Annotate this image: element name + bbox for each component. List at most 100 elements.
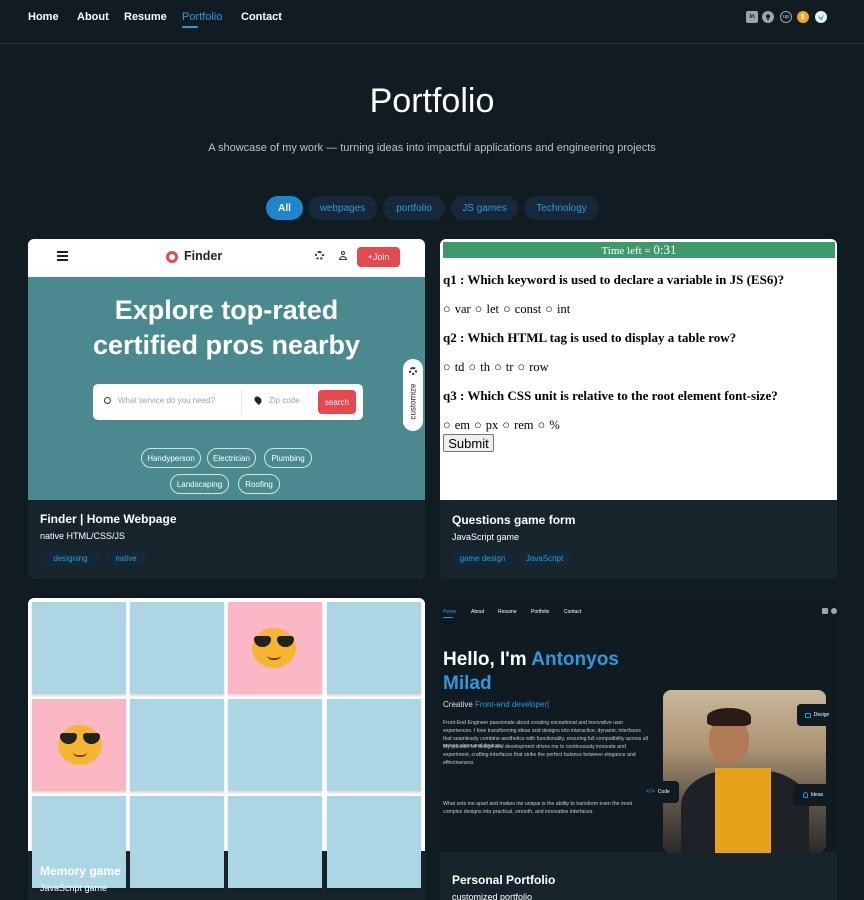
option-label: int: [556, 302, 571, 316]
lightbulb-icon: [802, 792, 808, 798]
finder-logo-icon: [166, 251, 178, 263]
hero-greeting: Hello, I'm Antonyos Milad: [443, 648, 619, 696]
search-divider: [241, 390, 242, 414]
name-last: Milad: [443, 673, 492, 694]
project-tag: JavaScript: [518, 550, 571, 566]
project-card-memory-game[interactable]: Memory game JavaScript game: [28, 598, 425, 900]
project-card-finder[interactable]: Finder +Join Explore top-rated certified…: [28, 239, 425, 579]
category-chip: Roofing: [238, 474, 280, 494]
cool-emoji-icon: [252, 628, 296, 668]
quiz-options: ○ td ○ th ○ tr ○ row: [443, 360, 549, 374]
quiz-question: q3 : Which CSS unit is relative to the r…: [443, 388, 778, 403]
option-label: let: [486, 302, 499, 316]
service-search-placeholder: What service do you need?: [118, 396, 215, 405]
hero-role: Creative Front-end developer|: [443, 700, 549, 709]
option-label: %: [549, 418, 560, 432]
memory-tile-revealed: [32, 699, 126, 791]
ideas-badge: Ideas: [793, 784, 833, 806]
memory-tile: [327, 796, 421, 888]
project-title: Memory game: [40, 864, 121, 878]
memory-tile-revealed: [228, 602, 322, 694]
memory-tile: [228, 796, 322, 888]
badge-label: Ideas: [810, 792, 824, 798]
preview-nav-link: About: [471, 609, 485, 615]
preview-nav-link: Portfolio: [531, 609, 550, 615]
cool-emoji-icon: [58, 725, 102, 765]
option-label: tr: [505, 360, 514, 374]
memory-tile: [32, 602, 126, 694]
active-nav-indicator: [182, 26, 198, 28]
quiz-options: ○ em ○ px ○ rem ○ %: [443, 418, 560, 432]
category-chip: Handyperson: [141, 448, 201, 468]
zip-code-placeholder: Zip code: [269, 396, 300, 405]
project-title: Finder | Home Webpage: [40, 512, 177, 526]
badge-label: Design: [813, 712, 830, 718]
option-label: px: [485, 418, 499, 432]
preview-github-icon: [831, 608, 837, 614]
quiz-question: q1 : Which keyword is used to declare a …: [443, 272, 785, 287]
project-title: Questions game form: [452, 513, 576, 527]
search-button: search: [318, 390, 356, 414]
quiz-question: q2 : Which HTML tag is used to display a…: [443, 330, 737, 345]
customize-label: customize: [408, 383, 418, 420]
project-tag: native: [106, 550, 146, 566]
mostaql-bird-icon[interactable]: [815, 11, 827, 23]
search-icon: [104, 397, 111, 404]
customize-tab: customize: [403, 359, 423, 431]
preview-nav-link: Resume: [498, 609, 517, 615]
finder-headline: Explore top-rated certified pros nearby: [28, 293, 425, 363]
freelancer-coin-icon[interactable]: $: [797, 11, 809, 23]
filter-portfolio[interactable]: portfolio: [383, 196, 445, 220]
project-subtitle: JavaScript game: [452, 532, 520, 542]
code-brackets-icon: </>: [646, 789, 655, 795]
finder-headline-line1: Explore top-rated: [114, 295, 339, 325]
greeting-text: Hello, I'm: [443, 649, 532, 670]
preview-header: Finder +Join: [28, 239, 425, 277]
category-chip: Plumbing: [264, 448, 312, 468]
finder-headline-line2: certified pros nearby: [92, 330, 361, 360]
nav-link-home[interactable]: Home: [28, 11, 59, 23]
project-card-personal-portfolio[interactable]: Home About Resume Portfolio Contact Hell…: [440, 600, 837, 900]
timer-label: Time left =: [601, 245, 654, 257]
github-icon[interactable]: [762, 11, 774, 23]
option-label: th: [480, 360, 490, 374]
project-preview-image: Finder +Join Explore top-rated certified…: [28, 239, 425, 500]
option-label: row: [529, 360, 549, 374]
nav-link-contact[interactable]: Contact: [241, 11, 282, 23]
linkedin-icon[interactable]: in: [746, 11, 758, 23]
memory-tile: [130, 796, 224, 888]
nav-link-portfolio[interactable]: Portfolio: [182, 11, 222, 23]
nav-link-resume[interactable]: Resume: [124, 11, 167, 23]
code-badge: </> Code: [637, 781, 679, 803]
filter-all[interactable]: All: [266, 196, 303, 220]
project-card-questions-game[interactable]: Time left = 0:31 q1 : Which keyword is u…: [440, 239, 837, 579]
project-subtitle: JavaScript game: [40, 883, 108, 893]
nav-link-about[interactable]: About: [77, 11, 109, 23]
option-label: td: [454, 360, 465, 374]
filter-webpages[interactable]: webpages: [308, 196, 377, 220]
role-text: Front-end developer|: [475, 700, 550, 709]
project-tag: designing: [40, 550, 101, 566]
upwork-icon[interactable]: up: [780, 11, 792, 23]
hair-shape: [707, 708, 751, 726]
project-subtitle: native HTML/CSS/JS: [40, 531, 126, 541]
badge-label: Code: [657, 789, 670, 795]
filter-technology[interactable]: Technology: [524, 196, 599, 220]
hoodie-shape: [715, 768, 771, 853]
preview-linkedin-icon: [822, 608, 828, 614]
option-label: const: [514, 302, 542, 316]
category-chip: Electrician: [207, 448, 256, 468]
option-label: var: [454, 302, 471, 316]
bio-paragraph: My passion for design and development dr…: [443, 744, 636, 766]
filter-js-games[interactable]: JS games: [451, 196, 518, 220]
page-subtitle: A showcase of my work — turning ideas in…: [208, 142, 656, 154]
project-title: Personal Portfolio: [452, 873, 556, 887]
memory-tile: [130, 699, 224, 791]
memory-tile: [327, 699, 421, 791]
project-preview-image: Home About Resume Portfolio Contact Hell…: [440, 600, 837, 853]
quiz-options: ○ var ○ let ○ const ○ int: [443, 302, 571, 316]
user-icon: [339, 251, 347, 261]
category-chip: Landscaping: [170, 474, 229, 494]
hamburger-icon: [57, 251, 68, 261]
preview-nav-link: Home: [443, 609, 457, 615]
